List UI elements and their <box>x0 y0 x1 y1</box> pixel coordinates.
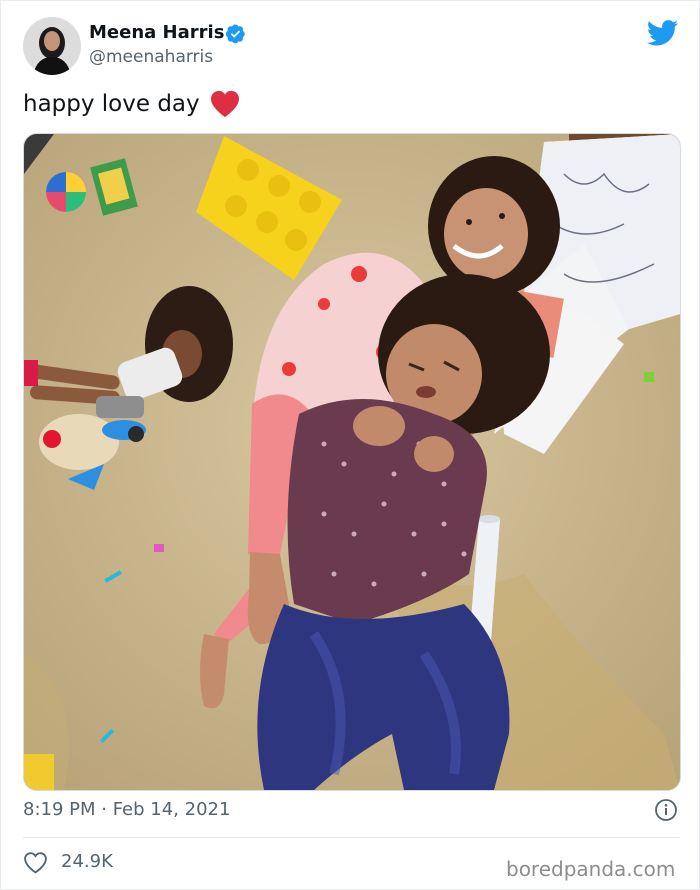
tweet-card: Meena Harris @meenaharris happy love day <box>0 0 700 890</box>
info-icon[interactable] <box>654 798 678 822</box>
red-heart-emoji <box>210 90 240 118</box>
like-count[interactable]: 24.9K <box>61 851 113 873</box>
tweet-timestamp[interactable]: 8:19 PM · Feb 14, 2021 <box>23 799 230 821</box>
display-name[interactable]: Meena Harris <box>89 22 224 44</box>
user-handle[interactable]: @meenaharris <box>89 47 213 67</box>
twitter-bird-icon[interactable] <box>646 20 679 46</box>
tweet-text: happy love day <box>23 90 240 118</box>
heart-outline-icon[interactable] <box>23 851 48 874</box>
tweet-photo[interactable] <box>23 133 681 791</box>
avatar[interactable] <box>23 17 81 75</box>
divider <box>23 837 679 838</box>
tweet-text-content: happy love day <box>23 91 200 117</box>
watermark: boredpanda.com <box>506 857 676 881</box>
verified-badge-icon <box>225 23 246 44</box>
